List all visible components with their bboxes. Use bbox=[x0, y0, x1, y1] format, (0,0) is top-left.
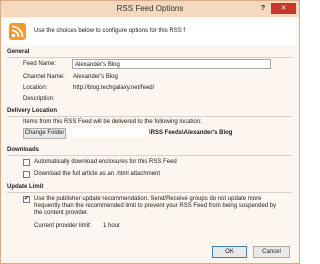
cancel-button[interactable]: Cancel bbox=[253, 246, 290, 258]
current-limit-label: Current provider limit: bbox=[34, 223, 92, 229]
title-bar[interactable]: RSS Feed Options ? ✕ bbox=[1, 1, 299, 17]
downloads-heading: Downloads bbox=[7, 147, 40, 153]
rss-feed-options-dialog: RSS Feed Options ? ✕ Use the choices bel… bbox=[0, 0, 300, 264]
description-label: Description: bbox=[23, 96, 55, 102]
feed-name-label: Feed Name: bbox=[23, 61, 57, 67]
update-limit-heading: Update Limit bbox=[7, 184, 44, 190]
publisher-recommendation-line-1[interactable]: Use the publisher update recommendation.… bbox=[34, 196, 261, 202]
close-button[interactable]: ✕ bbox=[271, 3, 296, 14]
current-limit-value: 1 hour bbox=[103, 223, 121, 229]
ok-button[interactable]: OK bbox=[212, 246, 247, 258]
channel-name-label: Channel Name: bbox=[23, 74, 65, 80]
delivery-divider bbox=[7, 116, 292, 117]
change-folder-button[interactable]: Change Folder bbox=[23, 128, 66, 139]
publisher-recommendation-line-3: the content provider. bbox=[34, 210, 89, 216]
banner-text: Use the choices below to configure optio… bbox=[34, 28, 186, 34]
delivery-path: \RSS Feeds\Alexander's Blog bbox=[149, 130, 233, 136]
help-button[interactable]: ? bbox=[255, 3, 271, 14]
rss-icon bbox=[9, 23, 26, 40]
publisher-recommendation-checkbox[interactable] bbox=[23, 195, 30, 203]
update-limit-divider bbox=[7, 192, 292, 193]
redacted-path-segment bbox=[72, 128, 148, 137]
feed-name-input[interactable]: Alexander's Blog bbox=[72, 59, 271, 69]
enclosures-checkbox[interactable] bbox=[23, 159, 30, 166]
channel-name-value: Alexander's Blog bbox=[73, 74, 118, 80]
enclosures-label[interactable]: Automatically download enclosures for th… bbox=[34, 159, 177, 165]
info-banner: Use the choices below to configure optio… bbox=[4, 19, 296, 45]
location-value: http://blog.techgalaxy.net/feed/ bbox=[73, 85, 155, 91]
full-article-checkbox[interactable] bbox=[23, 171, 30, 178]
general-divider bbox=[7, 57, 292, 58]
downloads-divider bbox=[7, 155, 292, 156]
delivery-text: Items from this RSS Feed will be deliver… bbox=[23, 119, 202, 125]
full-article-label[interactable]: Download the full article as an .html at… bbox=[34, 171, 160, 177]
publisher-recommendation-line-2: frequently than the recommended limit to… bbox=[34, 203, 277, 209]
delivery-heading: Delivery Location bbox=[7, 108, 58, 114]
location-label: Location: bbox=[23, 85, 48, 91]
general-heading: General bbox=[7, 49, 30, 55]
